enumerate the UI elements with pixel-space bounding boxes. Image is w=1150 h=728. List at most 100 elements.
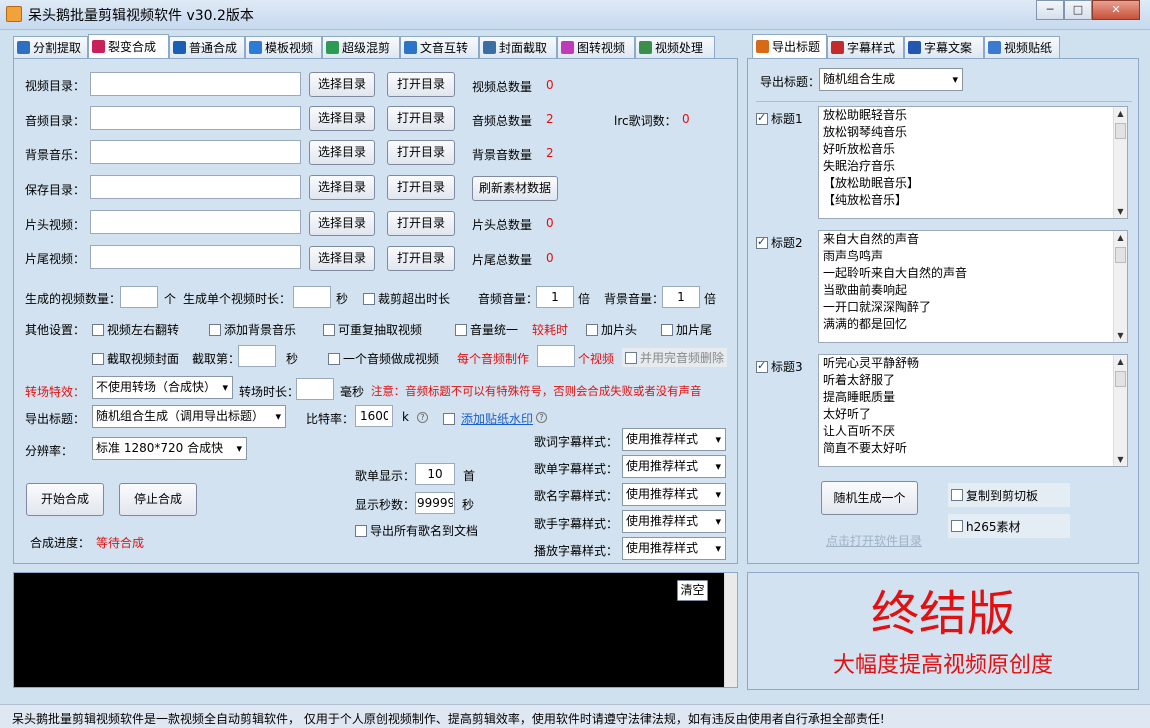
title1-scrollbar[interactable]: ▲ ▼ <box>1113 107 1127 218</box>
flip-checkbox[interactable]: 视频左右翻转 <box>92 321 179 338</box>
list-item[interactable]: 当歌曲前奏响起 <box>819 282 1127 299</box>
tab-cover-capture[interactable]: 封面截取 <box>479 36 557 58</box>
tab-text-audio[interactable]: 文音互转 <box>400 36 479 58</box>
list-item[interactable]: 简直不要太好听 <box>819 440 1127 457</box>
list-item[interactable]: 让人百听不厌 <box>819 423 1127 440</box>
volume-unify-checkbox[interactable]: 音量统一 <box>455 321 518 338</box>
title2-scrollbar[interactable]: ▲ ▼ <box>1113 231 1127 342</box>
bitrate-input[interactable] <box>355 405 393 427</box>
one-audio-video-checkbox[interactable]: 一个音频做成视频 <box>328 350 439 367</box>
capture-cover-checkbox[interactable]: 截取视频封面 <box>92 350 179 367</box>
list-item[interactable]: 听完心灵平静舒畅 <box>819 355 1127 372</box>
scroll-down-icon[interactable]: ▼ <box>1114 329 1127 342</box>
tab-normal-compose[interactable]: 普通合成 <box>169 36 245 58</box>
add-head-checkbox[interactable]: 加片头 <box>586 321 637 338</box>
scroll-down-icon[interactable]: ▼ <box>1114 205 1127 218</box>
tail-video-choose-button[interactable]: 选择目录 <box>309 246 375 271</box>
tab-template-video[interactable]: 模板视频 <box>245 36 322 58</box>
video-dir-open-button[interactable]: 打开目录 <box>387 72 455 97</box>
list-item[interactable]: 提高睡眠质量 <box>819 389 1127 406</box>
list-item[interactable]: 【放松助眠音乐】 <box>819 175 1127 192</box>
video-dir-input[interactable] <box>90 72 301 96</box>
start-compose-button[interactable]: 开始合成 <box>26 483 104 516</box>
scroll-thumb[interactable] <box>1115 247 1126 263</box>
scroll-thumb[interactable] <box>1115 123 1126 139</box>
scroll-down-icon[interactable]: ▼ <box>1114 453 1127 466</box>
save-dir-input[interactable] <box>90 175 301 199</box>
video-dir-choose-button[interactable]: 选择目录 <box>309 72 375 97</box>
tail-video-open-button[interactable]: 打开目录 <box>387 246 455 271</box>
save-dir-open-button[interactable]: 打开目录 <box>387 175 455 200</box>
log-console[interactable] <box>13 572 738 688</box>
title3-list[interactable]: 听完心灵平静舒畅 听着太舒服了 提高睡眠质量 太好听了 让人百听不厌 简直不要太… <box>818 354 1128 467</box>
crop-over-checkbox[interactable]: 裁剪超出时长 <box>363 290 450 307</box>
capture-at-input[interactable] <box>238 345 276 367</box>
list-item[interactable]: 【纯放松音乐】 <box>819 192 1127 209</box>
transition-select[interactable]: 不使用转场（合成快） <box>92 376 233 399</box>
copy-clipboard-checkbox[interactable]: 复制到剪切板 <box>948 483 1070 507</box>
list-item[interactable]: 一起聆听来自大自然的声音 <box>819 265 1127 282</box>
playback-style-select[interactable]: 使用推荐样式 <box>622 537 726 560</box>
title2-list[interactable]: 来自大自然的声音 雨声鸟鸣声 一起聆听来自大自然的声音 当歌曲前奏响起 一开口就… <box>818 230 1128 343</box>
list-item[interactable]: 好听放松音乐 <box>819 141 1127 158</box>
add-sticker-checkbox[interactable]: 添加贴纸水印 <box>443 410 533 427</box>
title3-scrollbar[interactable]: ▲ ▼ <box>1113 355 1127 466</box>
list-item[interactable]: 放松钢琴纯音乐 <box>819 124 1127 141</box>
bg-music-input[interactable] <box>90 140 301 164</box>
random-generate-button[interactable]: 随机生成一个 <box>821 481 918 515</box>
title3-checkbox[interactable]: 标题3 <box>756 358 803 375</box>
tab-export-title[interactable]: 导出标题 <box>752 34 827 58</box>
tab-split-extract[interactable]: 分割提取 <box>13 36 88 58</box>
export-all-names-checkbox[interactable]: 导出所有歌名到文档 <box>355 522 478 539</box>
tab-fission-compose[interactable]: 裂变合成 <box>88 34 169 58</box>
h265-checkbox[interactable]: h265素材 <box>948 514 1070 538</box>
tab-super-mix[interactable]: 超级混剪 <box>322 36 400 58</box>
lyrics-style-select[interactable]: 使用推荐样式 <box>622 428 726 451</box>
tab-image-to-video[interactable]: 图转视频 <box>557 36 635 58</box>
audio-dir-open-button[interactable]: 打开目录 <box>387 106 455 131</box>
head-video-open-button[interactable]: 打开目录 <box>387 211 455 236</box>
right-export-select[interactable]: 随机组合生成 <box>819 68 963 91</box>
gen-duration-input[interactable] <box>293 286 331 308</box>
export-title-select[interactable]: 随机组合生成（调用导出标题） <box>92 405 286 428</box>
list-item[interactable]: 太好听了 <box>819 406 1127 423</box>
head-video-choose-button[interactable]: 选择目录 <box>309 211 375 236</box>
list-item[interactable]: 放松助眠轻音乐 <box>819 107 1127 124</box>
tab-video-process[interactable]: 视频处理 <box>635 36 715 58</box>
minimize-button[interactable]: ─ <box>1036 0 1064 20</box>
sticker-help-icon[interactable]: ? <box>536 412 547 423</box>
audio-dir-choose-button[interactable]: 选择目录 <box>309 106 375 131</box>
bitrate-help-icon[interactable]: ? <box>417 412 428 423</box>
tab-subtitle-text[interactable]: 字幕文案 <box>904 36 984 58</box>
list-item[interactable]: 听着太舒服了 <box>819 372 1127 389</box>
songname-style-select[interactable]: 使用推荐样式 <box>622 483 726 506</box>
scroll-up-icon[interactable]: ▲ <box>1114 107 1127 120</box>
list-item[interactable]: 一开口就深深陶醉了 <box>819 299 1127 316</box>
songlist-style-select[interactable]: 使用推荐样式 <box>622 455 726 478</box>
stop-compose-button[interactable]: 停止合成 <box>119 483 197 516</box>
add-bg-music-checkbox[interactable]: 添加背景音乐 <box>209 321 296 338</box>
list-item[interactable]: 雨声鸟鸣声 <box>819 248 1127 265</box>
singer-style-select[interactable]: 使用推荐样式 <box>622 510 726 533</box>
delete-used-audio-checkbox[interactable]: 并用完音频删除 <box>622 348 728 367</box>
scroll-thumb[interactable] <box>1115 371 1126 387</box>
title1-checkbox[interactable]: 标题1 <box>756 110 803 127</box>
title1-list[interactable]: 放松助眠轻音乐 放松钢琴纯音乐 好听放松音乐 失眠治疗音乐 【放松助眠音乐】 【… <box>818 106 1128 219</box>
per-audio-input[interactable] <box>537 345 575 367</box>
tail-video-input[interactable] <box>90 245 301 269</box>
tab-video-sticker[interactable]: 视频贴纸 <box>984 36 1060 58</box>
gen-count-input[interactable] <box>120 286 158 308</box>
log-scrollbar[interactable] <box>724 573 737 687</box>
transition-duration-input[interactable] <box>296 378 334 400</box>
scroll-up-icon[interactable]: ▲ <box>1114 355 1127 368</box>
bg-music-choose-button[interactable]: 选择目录 <box>309 140 375 165</box>
tab-subtitle-style[interactable]: 字幕样式 <box>827 36 904 58</box>
maximize-button[interactable]: □ <box>1064 0 1092 20</box>
bg-volume-input[interactable] <box>662 286 700 308</box>
show-seconds-input[interactable] <box>415 492 455 514</box>
bg-music-open-button[interactable]: 打开目录 <box>387 140 455 165</box>
refresh-material-button[interactable]: 刷新素材数据 <box>472 176 558 201</box>
songlist-show-input[interactable] <box>415 463 455 485</box>
save-dir-choose-button[interactable]: 选择目录 <box>309 175 375 200</box>
list-item[interactable]: 来自大自然的声音 <box>819 231 1127 248</box>
